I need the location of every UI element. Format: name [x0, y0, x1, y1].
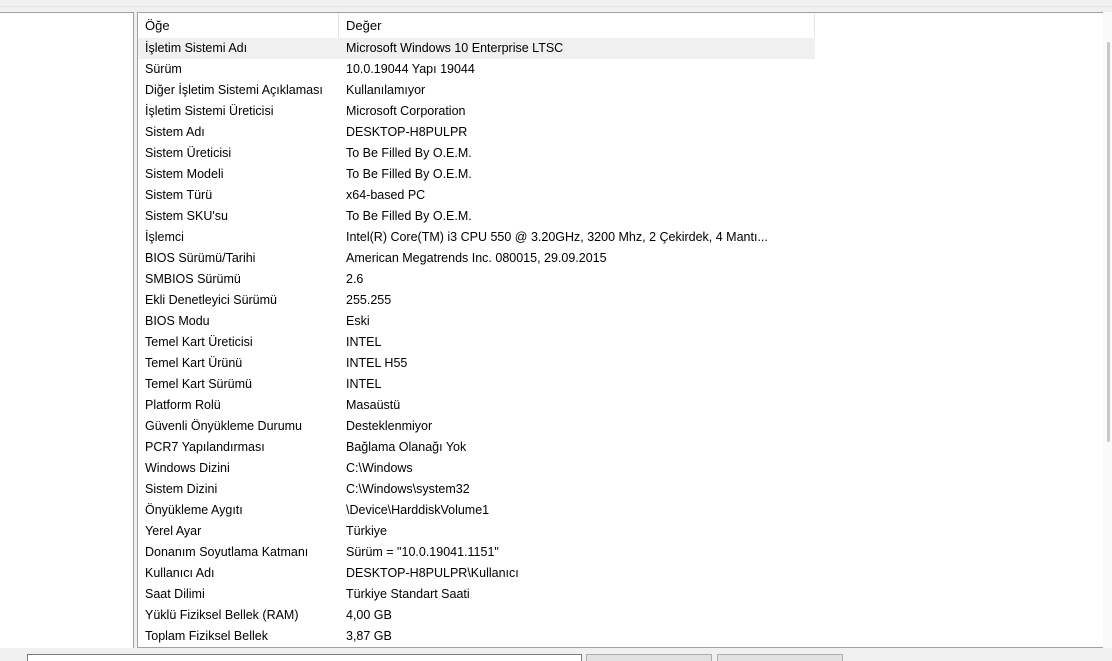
row-item-cell: SMBIOS Sürümü [145, 272, 241, 286]
table-row[interactable]: Donanım Soyutlama Katmanı Sürüm = "10.0.1… [138, 542, 1112, 563]
row-value-cell: Sürüm = "10.0.19041.1151" [346, 545, 499, 559]
row-value-cell: Eski [346, 314, 370, 328]
row-item-cell: Yerel Ayar [145, 524, 202, 538]
row-item-cell: Donanım Soyutlama Katmanı [145, 545, 309, 559]
category-tree-pane[interactable] [0, 12, 134, 649]
table-row[interactable]: Yerel Ayar Türkiye [138, 521, 1112, 542]
top-toolbar-strip [0, 0, 1112, 7]
row-value-cell: Microsoft Windows 10 Enterprise LTSC [339, 38, 815, 59]
row-value-cell: 255.255 [346, 293, 392, 307]
row-item-cell: Temel Kart Sürümü [145, 377, 252, 391]
table-row[interactable]: SMBIOS Sürümü 2.6 [138, 269, 1112, 290]
row-value-cell: Masaüstü [346, 398, 401, 412]
row-value-cell: Kullanılamıyor [346, 83, 426, 97]
row-value-cell: x64-based PC [346, 188, 426, 202]
row-item-cell: Sistem Dizini [145, 482, 218, 496]
table-row[interactable]: Windows Dizini C:\Windows [138, 458, 1112, 479]
table-row[interactable]: Diğer İşletim Sistemi Açıklaması Kullanıl… [138, 80, 1112, 101]
list-header: Öğe Değer [138, 13, 815, 38]
table-row[interactable]: Temel Kart Ürünü INTEL H55 [138, 353, 1112, 374]
row-value-cell: INTEL [346, 335, 382, 349]
row-value-cell: To Be Filled By O.E.M. [346, 146, 472, 160]
row-item-cell: Sistem Adı [145, 125, 205, 139]
table-row[interactable]: Sistem Adı DESKTOP-H8PULPR [138, 122, 1112, 143]
row-item-cell: Sistem Üreticisi [145, 146, 232, 160]
row-value-cell: INTEL [346, 377, 382, 391]
row-value-cell: To Be Filled By O.E.M. [346, 167, 472, 181]
row-value-cell: DESKTOP-H8PULPR [346, 125, 468, 139]
row-item-cell: Diğer İşletim Sistemi Açıklaması [145, 83, 323, 97]
table-row[interactable]: Sistem Türü x64-based PC [138, 185, 1112, 206]
row-value-cell: Bağlama Olanağı Yok [346, 440, 467, 454]
find-input[interactable] [27, 654, 582, 661]
row-value-cell: American Megatrends Inc. 080015, 29.09.2… [346, 251, 607, 265]
table-row[interactable]: İşlemci Intel(R) Core(TM) i3 CPU 550 @ 3.… [138, 227, 1112, 248]
table-row[interactable]: Sistem Üreticisi To Be Filled By O.E.M. [138, 143, 1112, 164]
vertical-scrollbar[interactable] [1103, 12, 1112, 648]
row-value-cell: DESKTOP-H8PULPR\Kullanıcı [346, 566, 519, 580]
column-header-value[interactable]: Değer [339, 13, 815, 38]
table-row[interactable]: PCR7 Yapılandırması Bağlama Olanağı Yok [138, 437, 1112, 458]
row-item-cell: Yüklü Fiziksel Bellek (RAM) [145, 608, 299, 622]
row-item-cell: Sistem Modeli [145, 167, 224, 181]
scrollbar-thumb[interactable] [1107, 42, 1110, 442]
row-value-cell: \Device\HarddiskVolume1 [346, 503, 490, 517]
table-row[interactable]: Temel Kart Sürümü INTEL [138, 374, 1112, 395]
row-item-cell: Windows Dizini [145, 461, 230, 475]
table-row[interactable]: BIOS Modu Eski [138, 311, 1112, 332]
column-header-item[interactable]: Öğe [138, 13, 339, 38]
row-item-cell: İşlemci [145, 230, 184, 244]
table-row[interactable]: Toplam Fiziksel Bellek 3,87 GB [138, 626, 1112, 647]
table-row[interactable]: Saat Dilimi Türkiye Standart Saati [138, 584, 1112, 605]
row-item-cell: İşletim Sistemi Üreticisi [145, 104, 274, 118]
row-item-cell: Sürüm [145, 62, 182, 76]
table-row[interactable]: Platform Rolü Masaüstü [138, 395, 1112, 416]
table-row[interactable]: İşletim Sistemi Üreticisi Microsoft Corpo… [138, 101, 1112, 122]
table-row[interactable]: Sürüm 10.0.19044 Yapı 19044 [138, 59, 1112, 80]
details-rows: İşletim Sistemi Adı Microsoft Windows 10 … [138, 38, 1112, 647]
table-row[interactable]: Temel Kart Üreticisi INTEL [138, 332, 1112, 353]
row-value-cell: 2.6 [346, 272, 364, 286]
table-row[interactable]: Ekli Denetleyici Sürümü 255.255 [138, 290, 1112, 311]
row-item-cell: BIOS Sürümü/Tarihi [145, 251, 256, 265]
table-row[interactable]: İşletim Sistemi Adı Microsoft Windows 10 … [138, 38, 1112, 59]
row-value-cell: 10.0.19044 Yapı 19044 [346, 62, 475, 76]
table-row[interactable]: Güvenli Önyükleme Durumu Desteklenmiyor [138, 416, 1112, 437]
row-value-cell: C:\Windows\system32 [346, 482, 470, 496]
row-value-cell: Türkiye Standart Saati [346, 587, 470, 601]
table-row[interactable]: Sistem SKU'su To Be Filled By O.E.M. [138, 206, 1112, 227]
row-item-cell: Sistem Türü [145, 188, 213, 202]
table-row[interactable]: BIOS Sürümü/Tarihi American Megatrends In… [138, 248, 1112, 269]
row-item-cell: Güvenli Önyükleme Durumu [145, 419, 303, 433]
details-list-pane: Öğe Değer İşletim Sistemi Adı Microsoft W… [137, 12, 1112, 648]
row-value-cell: To Be Filled By O.E.M. [346, 209, 472, 223]
row-item-cell: İşletim Sistemi Adı [138, 38, 339, 59]
row-value-cell: 4,00 GB [346, 608, 392, 622]
row-item-cell: Kullanıcı Adı [145, 566, 215, 580]
row-item-cell: Platform Rolü [145, 398, 221, 412]
table-row[interactable]: Sistem Dizini C:\Windows\system32 [138, 479, 1112, 500]
row-value-cell: INTEL H55 [346, 356, 408, 370]
row-item-cell: Temel Kart Ürünü [145, 356, 243, 370]
row-item-cell: Temel Kart Üreticisi [145, 335, 253, 349]
row-item-cell: Ekli Denetleyici Sürümü [145, 293, 277, 307]
table-row[interactable]: Kullanıcı Adı DESKTOP-H8PULPR\Kullanıcı [138, 563, 1112, 584]
row-value-cell: Intel(R) Core(TM) i3 CPU 550 @ 3.20GHz, … [346, 230, 768, 244]
row-item-cell: Toplam Fiziksel Bellek [145, 629, 268, 643]
row-value-cell: C:\Windows [346, 461, 413, 475]
table-row[interactable]: Önyükleme Aygıtı \Device\HarddiskVolume1 [138, 500, 1112, 521]
row-value-cell: Microsoft Corporation [346, 104, 466, 118]
row-item-cell: PCR7 Yapılandırması [145, 440, 265, 454]
row-value-cell: Türkiye [346, 524, 387, 538]
row-item-cell: Önyükleme Aygıtı [145, 503, 243, 517]
row-value-cell: Desteklenmiyor [346, 419, 433, 433]
row-value-cell: 3,87 GB [346, 629, 392, 643]
row-item-cell: BIOS Modu [145, 314, 210, 328]
find-button[interactable] [586, 654, 712, 661]
table-row[interactable]: Sistem Modeli To Be Filled By O.E.M. [138, 164, 1112, 185]
row-item-cell: Saat Dilimi [145, 587, 205, 601]
close-find-button[interactable] [717, 654, 843, 661]
table-row[interactable]: Yüklü Fiziksel Bellek (RAM) 4,00 GB [138, 605, 1112, 626]
row-item-cell: Sistem SKU'su [145, 209, 228, 223]
